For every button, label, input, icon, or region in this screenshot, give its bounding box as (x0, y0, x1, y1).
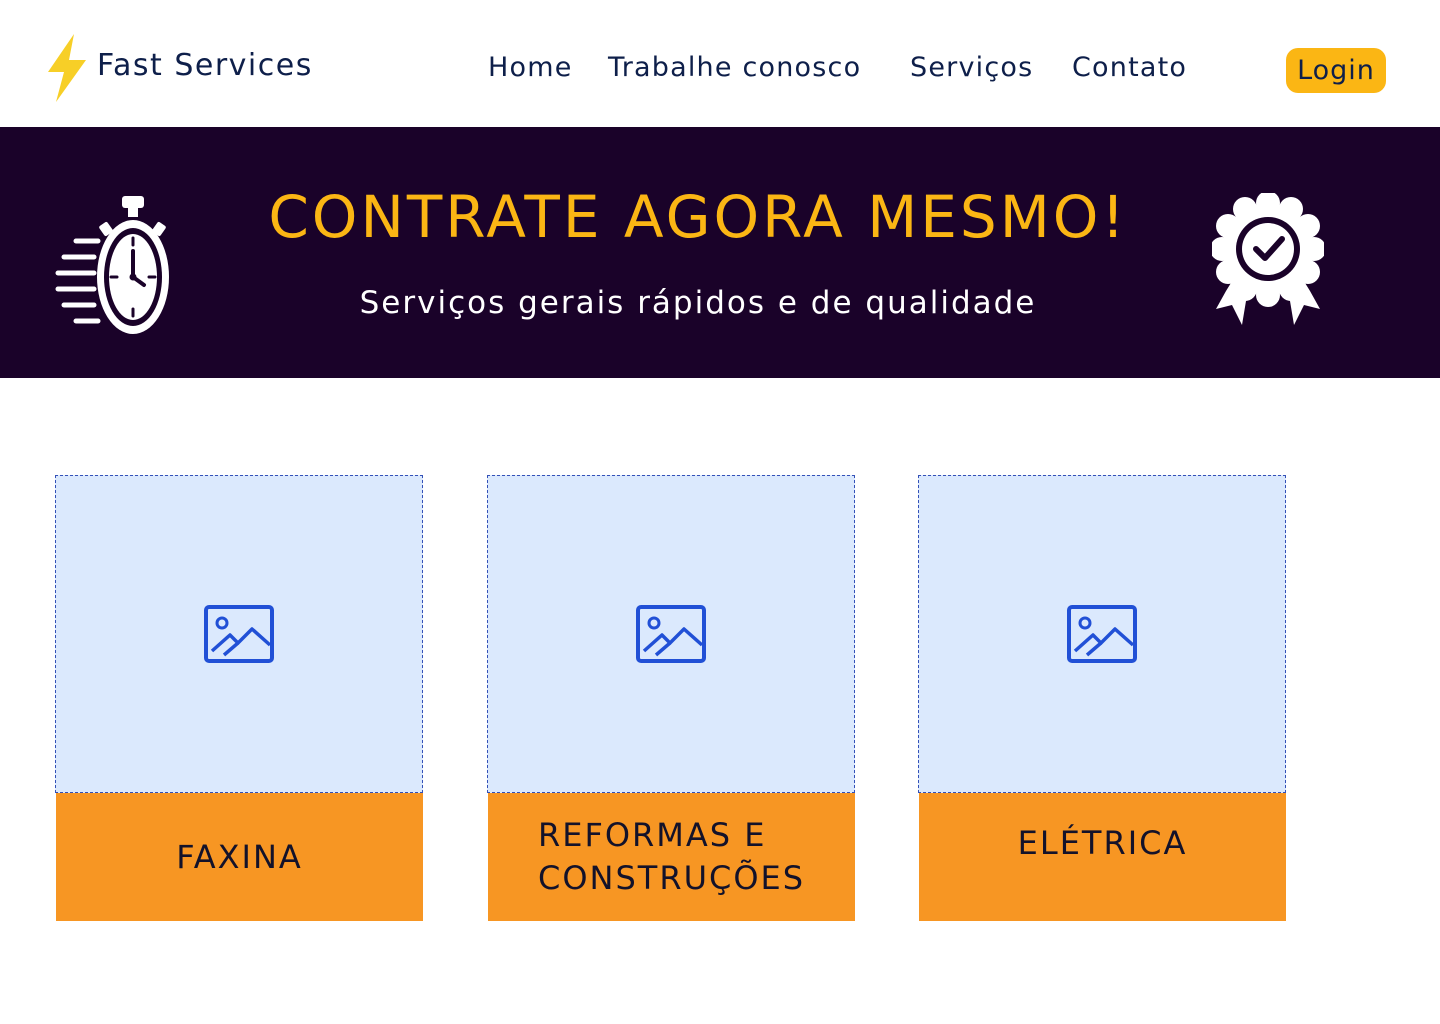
award-badge-icon (1212, 193, 1324, 325)
nav-home[interactable]: Home (488, 52, 573, 83)
card-label-line-2: CONSTRUÇÕES (538, 859, 806, 897)
image-placeholder-icon (204, 605, 274, 663)
service-card-reformas[interactable]: REFORMAS E CONSTRUÇÕES (487, 475, 855, 921)
hero-subtitle: Serviços gerais rápidos e de qualidade (359, 285, 1037, 321)
card-label-line-1: REFORMAS E (538, 816, 767, 854)
card-image-placeholder (918, 475, 1286, 793)
card-image-placeholder (55, 475, 423, 793)
service-card-eletrica[interactable]: ELÉTRICA (918, 475, 1286, 921)
service-card-faxina[interactable]: FAXINA (55, 475, 423, 921)
card-label: FAXINA (56, 793, 423, 921)
card-label: REFORMAS E CONSTRUÇÕES (488, 793, 855, 921)
image-placeholder-icon (1067, 605, 1137, 663)
hero-title: CONTRATE AGORA MESMO! (268, 183, 1128, 251)
nav-servicos[interactable]: Serviços (910, 52, 1033, 83)
nav-trabalhe-conosco[interactable]: Trabalhe conosco (608, 52, 861, 83)
site-header: Fast Services Home Trabalhe conosco Serv… (0, 0, 1440, 127)
card-image-placeholder (487, 475, 855, 793)
login-button[interactable]: Login (1286, 48, 1386, 93)
image-placeholder-icon (636, 605, 706, 663)
card-label: ELÉTRICA (919, 793, 1286, 921)
nav-contato[interactable]: Contato (1072, 52, 1187, 83)
main-nav: Home Trabalhe conosco Serviços Contato (0, 52, 1440, 92)
hero-banner: CONTRATE AGORA MESMO! Serviços gerais rá… (0, 127, 1440, 378)
